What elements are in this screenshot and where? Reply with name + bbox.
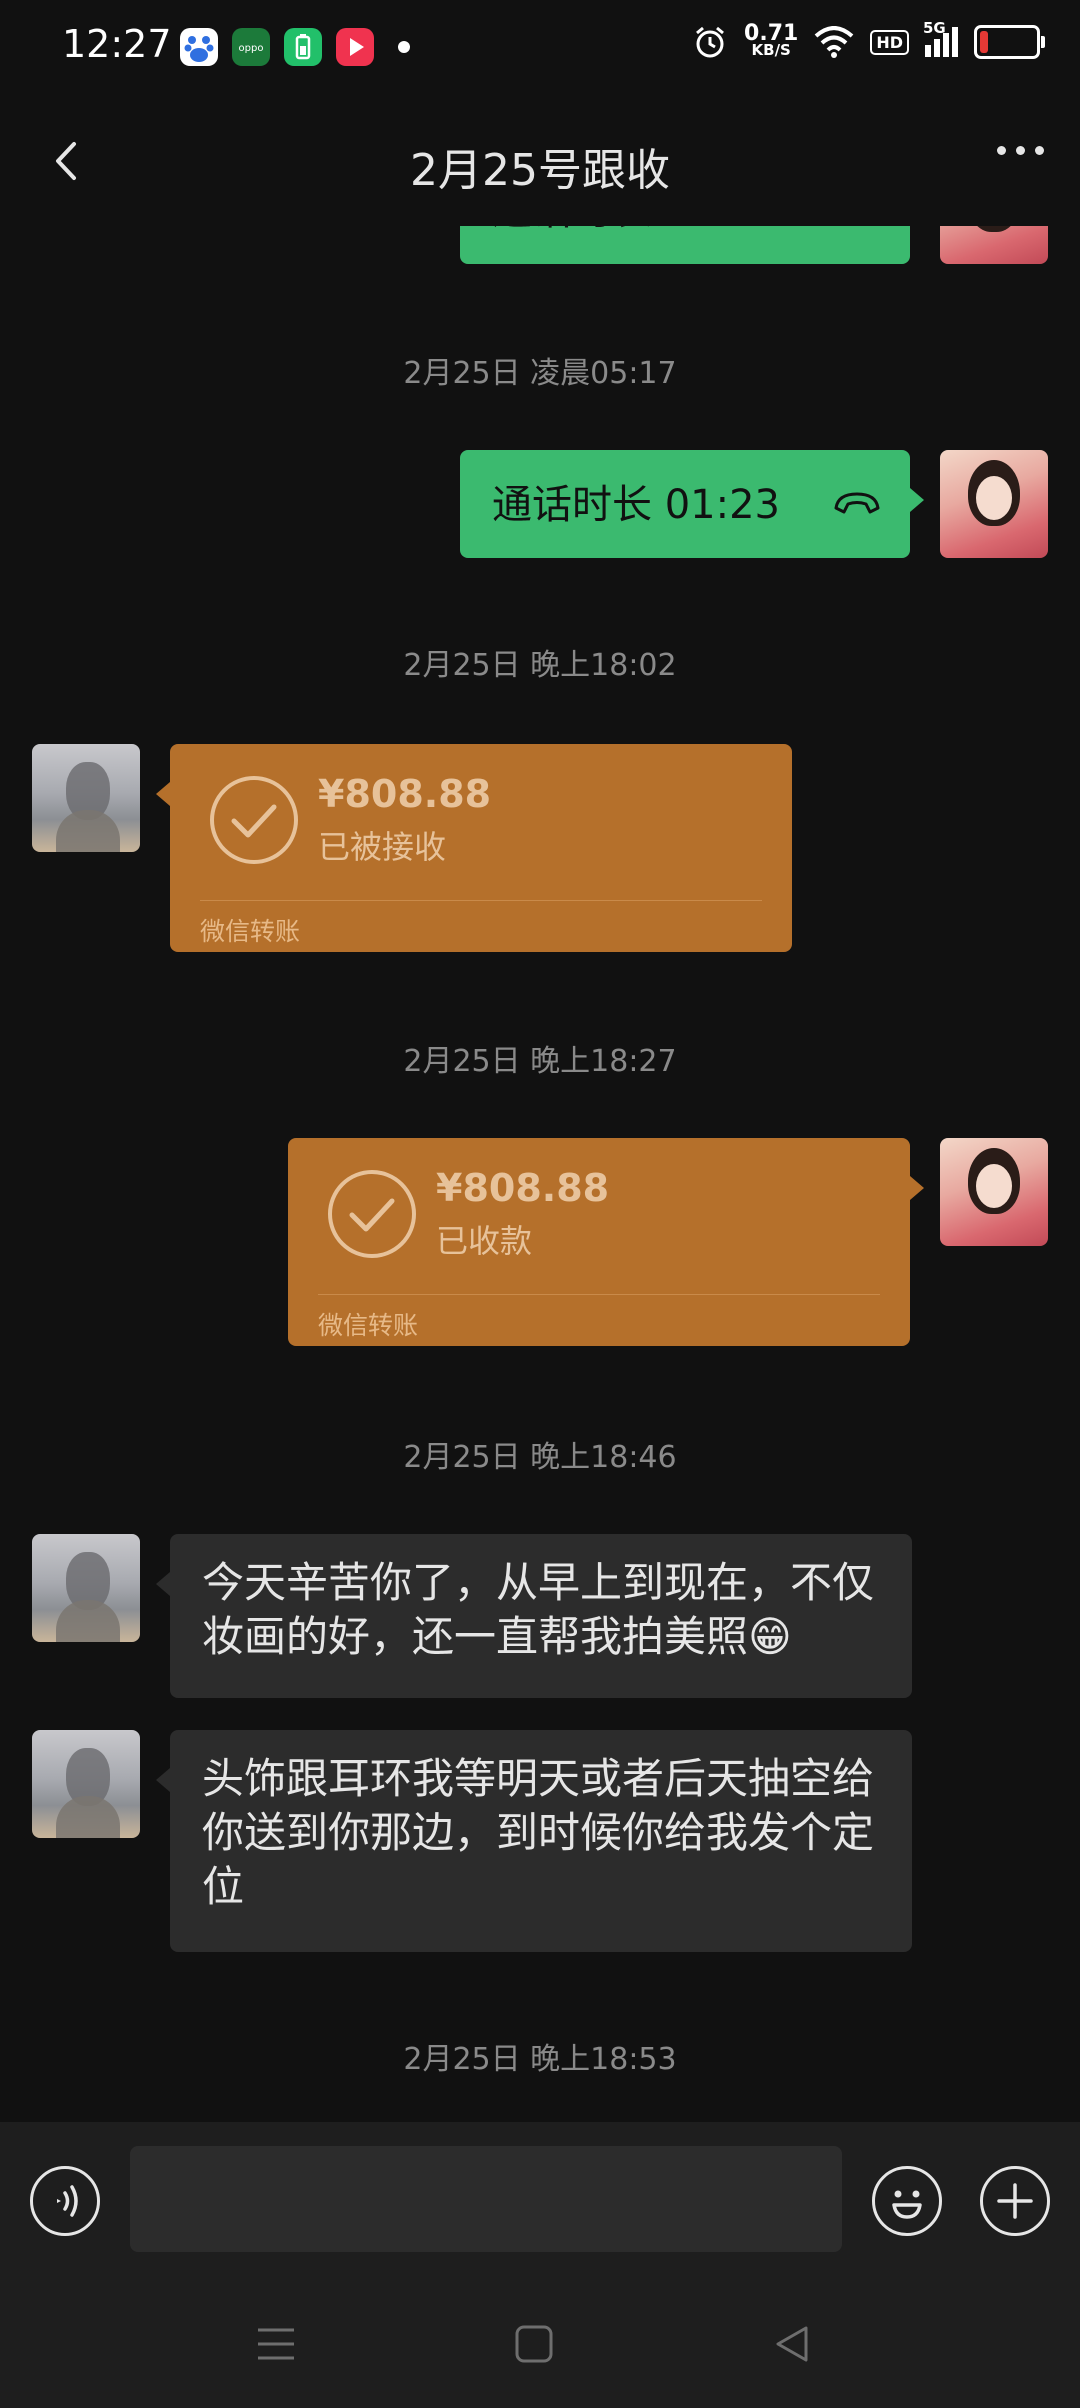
chat-title: 2月25号跟收 — [410, 145, 670, 196]
phone-hangup-icon — [834, 492, 880, 514]
alarm-icon — [696, 26, 725, 58]
transfer-label: 微信转账 — [200, 917, 301, 946]
transfer-status: 已被接收 — [318, 828, 447, 866]
message-list[interactable]: 通话时长 01:11 2月25日 凌晨05:17 通话时长 01:23 2月25… — [0, 226, 1080, 2122]
input-bar — [0, 2122, 1080, 2282]
contact-avatar[interactable] — [32, 1534, 140, 1642]
call-record-bubble[interactable]: 通话时长 01:23 — [460, 450, 924, 558]
my-avatar[interactable] — [940, 226, 1048, 264]
timestamp: 2月25日 凌晨05:17 — [403, 356, 677, 391]
svg-text:oppo: oppo — [239, 43, 264, 54]
transfer-status: 已收款 — [436, 1222, 533, 1260]
timestamp: 2月25日 晚上18:27 — [403, 1044, 677, 1079]
transfer-bubble[interactable]: ¥808.88 已被接收 微信转账 — [156, 744, 792, 952]
contact-avatar[interactable] — [32, 744, 140, 852]
more-options-icon[interactable] — [997, 146, 1044, 155]
status-time: 12:27 — [62, 22, 172, 66]
my-avatar[interactable] — [940, 450, 1048, 558]
check-circle-icon — [328, 1170, 416, 1258]
timestamp: 2月25日 晚上18:46 — [403, 1440, 677, 1475]
video-app-icon — [336, 28, 374, 66]
plus-icon — [997, 2183, 1033, 2219]
baidu-icon — [180, 28, 218, 66]
timestamp: 2月25日 晚上18:02 — [403, 648, 677, 683]
chat-header: 2月25号跟收 — [0, 96, 1080, 226]
home-icon[interactable] — [514, 2324, 554, 2364]
battery-icon — [974, 25, 1045, 59]
divider — [318, 1294, 880, 1295]
oppo-icon: oppo — [232, 28, 270, 66]
battery-app-icon — [284, 28, 322, 66]
message-input[interactable] — [130, 2146, 842, 2252]
back-nav-icon[interactable] — [772, 2324, 812, 2364]
text-message-bubble[interactable]: 头饰跟耳环我等明天或者后天抽空给你送到你那边，到时候你给我发个定位 — [156, 1730, 912, 1952]
message-text: 头饰跟耳环我等明天或者后天抽空给你送到你那边，到时候你给我发个定位 — [202, 1754, 875, 1911]
transfer-amount: ¥808.88 — [318, 772, 492, 816]
signal-indicator: 5G — [923, 19, 958, 57]
timestamp: 2月25日 晚上18:53 — [403, 2042, 677, 2077]
notification-dot — [398, 41, 410, 53]
my-avatar[interactable] — [940, 1138, 1048, 1246]
message-text: 今天辛苦你了，从早上到现在，不仅妆画的好，还一直帮我拍美照😁 — [202, 1558, 875, 1661]
transfer-label: 微信转账 — [318, 1311, 419, 1340]
status-app-icons: oppo — [180, 28, 410, 66]
hd-badge: HD — [870, 29, 909, 55]
check-circle-icon — [210, 776, 298, 864]
more-functions-button[interactable] — [980, 2166, 1050, 2236]
emoji-icon — [892, 2190, 922, 2219]
text-message-bubble[interactable]: 今天辛苦你了，从早上到现在，不仅妆画的好，还一直帮我拍美照😁 — [156, 1534, 912, 1698]
call-bubble-partial[interactable]: 通话时长 01:11 — [460, 226, 910, 264]
status-indicators: 0.71 KB/S HD 5G — [692, 19, 1045, 60]
divider — [200, 900, 762, 901]
voice-input-button[interactable] — [30, 2166, 100, 2236]
contact-avatar[interactable] — [32, 1730, 140, 1838]
status-bar: 12:27 oppo 0.71 KB/S HD 5G — [0, 0, 1080, 96]
transfer-amount: ¥808.88 — [436, 1166, 610, 1210]
menu-icon[interactable] — [256, 2324, 296, 2364]
emoji-button[interactable] — [872, 2166, 942, 2236]
net-speed: 0.71 KB/S — [744, 21, 799, 59]
wifi-icon — [815, 26, 854, 58]
voice-icon — [57, 2185, 78, 2217]
system-nav-bar — [0, 2282, 1080, 2408]
transfer-bubble[interactable]: ¥808.88 已收款 微信转账 — [288, 1138, 924, 1346]
